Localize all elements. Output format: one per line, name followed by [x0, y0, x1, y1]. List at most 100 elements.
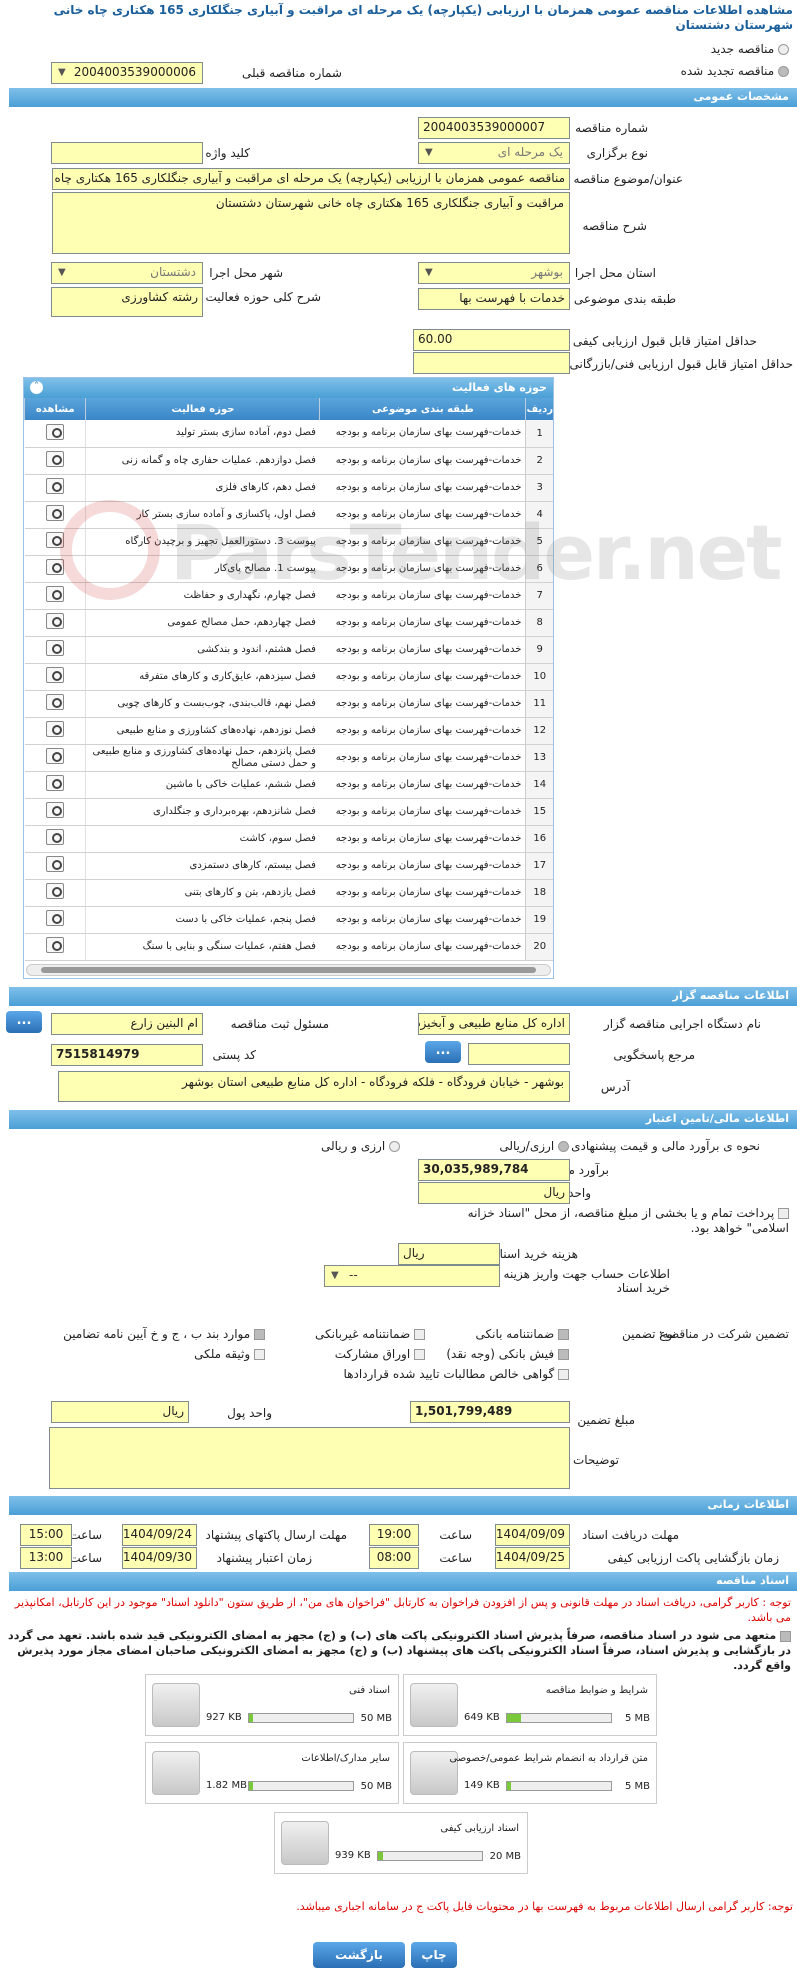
table-row: 4 خدمات-فهرست بهای سازمان برنامه و بودجه ف… — [24, 501, 553, 529]
view-icon[interactable] — [45, 613, 64, 629]
view-icon[interactable] — [45, 586, 64, 602]
notes-field[interactable] — [49, 1427, 570, 1489]
col-activity-header: حوزه فعالیت — [85, 398, 320, 420]
bid-validity-date[interactable]: 1404/09/30 — [122, 1547, 197, 1569]
row-activity: فصل شانزدهم، بهره‌برداری و جنگلداری — [85, 798, 320, 826]
guarantee-bank-check[interactable]: ضمانتنامه بانکی — [476, 1327, 569, 1341]
holding-type-select[interactable]: یک مرحله ای ▼ — [418, 142, 570, 164]
description-field[interactable]: مراقبت و آبیاری جنگلکاری 165 هکتاری چاه … — [52, 192, 570, 254]
guarantee-amount-field[interactable]: 1,501,799,489 — [410, 1401, 570, 1423]
activity-field[interactable]: رشته کشاورزی — [51, 287, 203, 317]
collapse-icon[interactable]: ˄ — [30, 381, 43, 394]
document-title: متن قرارداد به انضمام شرایط عمومی/خصوصی — [449, 1753, 648, 1764]
view-icon[interactable] — [45, 748, 64, 764]
document-card[interactable]: متن قرارداد به انضمام شرایط عمومی/خصوصی 5… — [403, 1742, 657, 1804]
tech-score-field[interactable] — [413, 352, 570, 374]
prev-tender-label: شماره مناقصه قبلی — [242, 66, 342, 80]
row-category: خدمات-فهرست بهای سازمان برنامه و بودجه — [319, 771, 526, 799]
document-card[interactable]: سایر مدارک/اطلاعات 50 MB 1.82 MB — [145, 1742, 399, 1804]
document-size-fill — [507, 1714, 521, 1722]
folder-icon[interactable] — [281, 1821, 329, 1865]
row-activity: فصل سوم، کاشت — [85, 825, 320, 853]
guarantee-property-check[interactable]: وثیقه ملکی — [194, 1347, 265, 1361]
bid-send-time[interactable]: 15:00 — [20, 1524, 72, 1546]
registrar-lookup-button[interactable]: ... — [6, 1011, 42, 1033]
folder-icon[interactable] — [410, 1683, 458, 1727]
currency-field[interactable]: ریال — [418, 1182, 570, 1204]
estimate-both-radio[interactable]: ارزی و ریالی — [321, 1139, 400, 1153]
view-icon[interactable] — [45, 640, 64, 656]
tender-number-field[interactable]: 2004003539000007 — [418, 117, 570, 139]
view-icon[interactable] — [45, 856, 64, 872]
reference-lookup-button[interactable]: ... — [425, 1041, 461, 1063]
prev-tender-select[interactable]: 2004003539000006 ▼ — [51, 62, 203, 84]
guarantee-bylaw-check[interactable]: موارد بند ب ، ج و خ آیین نامه تضامین — [63, 1327, 265, 1341]
new-tender-radio[interactable]: مناقصه جدید — [711, 42, 789, 56]
print-button[interactable]: چاپ — [411, 1942, 457, 1968]
guarantee-cash-check[interactable]: فیش بانکی (وجه نقد) — [446, 1347, 569, 1361]
view-icon[interactable] — [45, 829, 64, 845]
account-info-label: اطلاعات حساب جهت واریز هزینه خرید اسناد — [503, 1267, 670, 1295]
guarantee-bonds-check[interactable]: اوراق مشارکت — [335, 1347, 425, 1361]
horizontal-scrollbar[interactable] — [26, 964, 551, 976]
row-view-cell — [24, 474, 86, 502]
view-icon[interactable] — [45, 478, 64, 494]
view-icon[interactable] — [45, 505, 64, 521]
folder-icon[interactable] — [152, 1751, 200, 1795]
reference-field[interactable] — [468, 1043, 570, 1065]
doc-cost-field[interactable]: ریال — [398, 1243, 500, 1265]
doc-receive-time[interactable]: 19:00 — [369, 1524, 419, 1546]
view-icon[interactable] — [45, 910, 64, 926]
estimate-rial-radio[interactable]: ارزی/ریالی — [499, 1139, 569, 1153]
row-index: 4 — [525, 501, 553, 529]
view-icon[interactable] — [45, 937, 64, 953]
province-select[interactable]: بوشهر ▼ — [418, 262, 570, 284]
document-size-fill — [378, 1852, 384, 1860]
city-select[interactable]: دشتستان ▼ — [51, 262, 203, 284]
row-category: خدمات-فهرست بهای سازمان برنامه و بودجه — [319, 690, 526, 718]
quality-open-time[interactable]: 08:00 — [369, 1547, 419, 1569]
view-icon[interactable] — [45, 694, 64, 710]
view-icon[interactable] — [45, 802, 64, 818]
view-icon[interactable] — [45, 559, 64, 575]
document-card[interactable]: شرایط و ضوابط مناقصه 5 MB 649 KB — [403, 1674, 657, 1736]
document-card[interactable]: اسناد ارزیابی کیفی 20 MB 939 KB — [274, 1812, 528, 1874]
row-activity: فصل نوزدهم، نهاده‌های کشاورزی و منابع طب… — [85, 717, 320, 745]
guarantee-unit-field[interactable]: ریال — [51, 1401, 189, 1423]
scroll-thumb[interactable] — [41, 967, 536, 973]
view-icon[interactable] — [45, 721, 64, 737]
row-view-cell — [24, 717, 86, 745]
row-activity: پیوست 3. دستورالعمل تجهیز و برچیدن کارگا… — [85, 528, 320, 556]
org-name-field[interactable]: اداره کل منابع طبیعی و آبخیزداری استان ب… — [418, 1013, 570, 1035]
view-icon[interactable] — [45, 775, 64, 791]
tender-number-label: شماره مناقصه — [575, 121, 648, 135]
bid-validity-time[interactable]: 13:00 — [20, 1547, 72, 1569]
address-field[interactable]: بوشهر - خیابان فرودگاه - فلکه فرودگاه - … — [58, 1071, 570, 1102]
view-icon[interactable] — [45, 667, 64, 683]
quality-score-field[interactable]: 60.00 — [413, 329, 570, 351]
row-category: خدمات-فهرست بهای سازمان برنامه و بودجه — [319, 474, 526, 502]
table-row: 9 خدمات-فهرست بهای سازمان برنامه و بودجه ف… — [24, 636, 553, 664]
folder-icon[interactable] — [152, 1683, 200, 1727]
guarantee-claims-check[interactable]: گواهی خالص مطالبات تایید شده قراردادها — [344, 1367, 569, 1381]
subject-field[interactable]: مناقصه عمومی همزمان با ارزیابی (یکپارچه)… — [52, 168, 570, 190]
bid-send-date[interactable]: 1404/09/24 — [122, 1524, 197, 1546]
renewed-tender-radio[interactable]: مناقصه تجدید شده — [681, 64, 789, 78]
keyword-field[interactable] — [51, 142, 203, 164]
view-icon[interactable] — [45, 423, 64, 440]
view-icon[interactable] — [45, 451, 64, 467]
document-card[interactable]: اسناد فنی 50 MB 927 KB — [145, 1674, 399, 1736]
category-field[interactable]: خدمات با فهرست بها — [418, 288, 570, 310]
view-icon[interactable] — [45, 883, 64, 899]
account-info-select[interactable]: -- ▼ — [324, 1265, 500, 1287]
bid-validity-time-label: ساعت — [69, 1551, 102, 1565]
postal-code-field[interactable]: 7515814979 — [51, 1044, 203, 1066]
registrar-field[interactable]: ام البنین زارع — [51, 1013, 203, 1035]
quality-open-date[interactable]: 1404/09/25 — [495, 1547, 570, 1569]
guarantee-nonbank-check[interactable]: ضمانتنامه غیربانکی — [315, 1327, 425, 1341]
view-icon[interactable] — [45, 532, 64, 548]
checkbox-icon — [780, 1630, 791, 1642]
back-button[interactable]: بازگشت — [313, 1942, 405, 1968]
estimate-amount-field[interactable]: 30,035,989,784 — [418, 1159, 570, 1181]
doc-receive-date[interactable]: 1404/09/09 — [495, 1524, 570, 1546]
